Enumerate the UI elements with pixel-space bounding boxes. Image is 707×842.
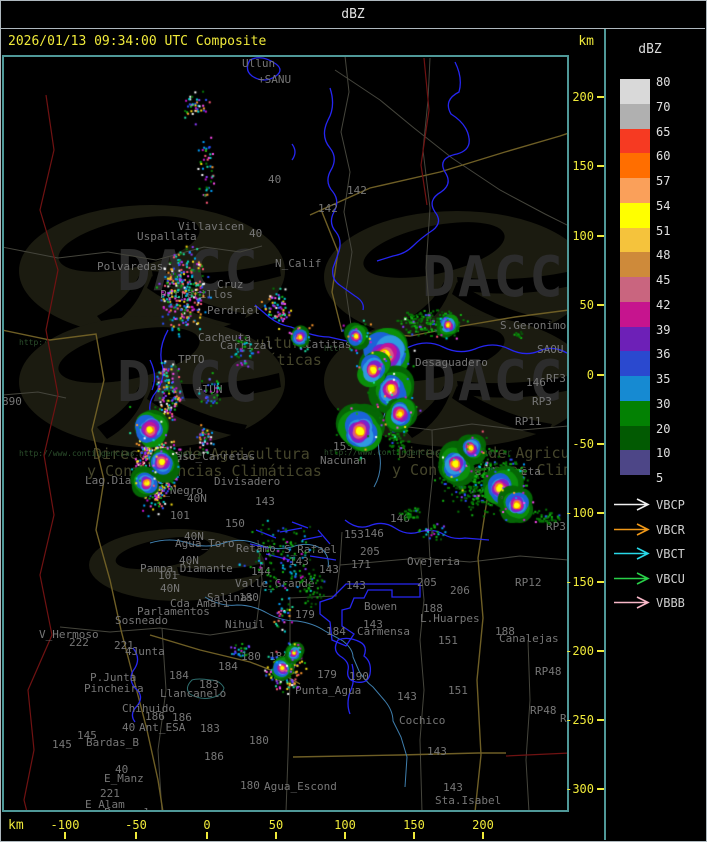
colorbar-swatch [620, 450, 650, 475]
colorbar-swatch [620, 202, 650, 228]
right-axis-tick [597, 165, 604, 167]
right-axis-tick [597, 788, 604, 790]
colorbar-swatch [620, 128, 650, 154]
colorbar-swatch [620, 227, 650, 253]
colorbar-swatch [620, 376, 650, 401]
colorbar-value: 20 [656, 421, 671, 436]
colorbar-value: 80 [656, 75, 671, 89]
bottom-axis-tick [275, 832, 277, 839]
bottom-axis-tick [344, 832, 346, 839]
colorbar-value: 5 [656, 471, 664, 485]
colorbar-swatch [620, 351, 650, 376]
arrow-icon [613, 497, 651, 516]
colorbar-value: 48 [656, 248, 671, 263]
colorbar-swatch [620, 326, 650, 352]
legend-label: VBBB [656, 596, 685, 610]
colorbar-value: 51 [656, 223, 671, 238]
bottom-axis-tick [64, 832, 66, 839]
colorbar-swatch [620, 277, 650, 302]
colorbar-value: 45 [656, 273, 671, 287]
legend-label: VBCU [656, 571, 685, 586]
colorbar-value: 54 [656, 198, 671, 213]
colorbar-value: 65 [656, 124, 671, 139]
radar-echo-canvas [4, 57, 567, 810]
colorbar-swatch [620, 425, 650, 451]
legend-label: VBCP [656, 498, 685, 512]
colorbar-value: 60 [656, 149, 671, 164]
right-axis-tick [597, 374, 604, 376]
arrow-icon [613, 595, 651, 614]
bottom-axis-tick [206, 832, 208, 839]
right-axis-tick [597, 512, 604, 514]
bottom-axis-unit: km [8, 818, 24, 833]
bottom-axis-label: 200 [472, 818, 494, 832]
colorbar-swatch [620, 103, 650, 129]
colorbar-value: 36 [656, 347, 671, 362]
colorbar-value: 35 [656, 372, 671, 386]
arrow-icon [613, 571, 651, 590]
colorbar-value: 42 [656, 297, 671, 312]
header-bar: 2026/01/13 09:34:00 UTC Composite km [1, 29, 604, 55]
right-axis-tick [597, 304, 604, 306]
bottom-axis-label: -50 [125, 818, 147, 832]
right-axis-tick [597, 581, 604, 583]
colorbar-swatch [620, 79, 650, 104]
colorbar-swatch [620, 301, 650, 327]
timestamp-label: 2026/01/13 09:34:00 UTC Composite [8, 34, 267, 49]
colorbar-value: 57 [656, 174, 671, 188]
colorbar-value: 70 [656, 99, 671, 114]
right-axis-unit: km [578, 34, 594, 49]
right-axis-tick [597, 443, 604, 445]
window-title: dBZ [1, 1, 705, 29]
bottom-axis-tick [135, 832, 137, 839]
bottom-axis-tick [482, 832, 484, 839]
bottom-axis-label: 0 [203, 818, 211, 832]
colorbar-swatch [620, 153, 650, 178]
arrow-icon [613, 522, 651, 541]
colorbar-title: dBZ [638, 42, 662, 57]
bottom-axis-label: -100 [50, 818, 80, 832]
colorbar-swatch [620, 178, 650, 203]
colorbar-value: 10 [656, 446, 671, 461]
colorbar-swatch [620, 252, 650, 277]
bottom-axis-tick [413, 832, 415, 839]
window-title-text: dBZ [341, 7, 365, 22]
bottom-axis-label: 100 [334, 818, 356, 832]
right-axis-tick [597, 96, 604, 98]
legend-label: VBCR [656, 522, 685, 537]
colorbar-value: 30 [656, 396, 671, 411]
legend-label: VBCT [656, 547, 685, 561]
colorbar-value: 39 [656, 322, 671, 337]
right-axis-tick [597, 719, 604, 721]
colorbar-swatch [620, 400, 650, 426]
bottom-axis-label: 150 [403, 818, 425, 832]
right-axis-tick [597, 650, 604, 652]
arrow-icon [613, 546, 651, 565]
right-axis-tick [597, 235, 604, 237]
bottom-axis-label: 50 [268, 818, 284, 832]
radar-map: DACCDirección de Agriculturay Contingenc… [2, 55, 569, 812]
